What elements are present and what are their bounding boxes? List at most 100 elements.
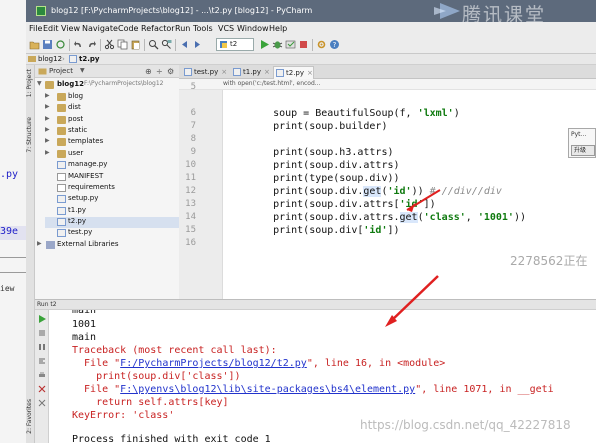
close-icon[interactable] [38, 399, 46, 407]
menu-window[interactable]: Window [237, 24, 269, 33]
tab-label: t2.py [286, 69, 305, 77]
tree-root[interactable]: ▼ blog12 F:\PycharmProjects\blog12 [37, 80, 179, 91]
run-panel-title[interactable]: Run t2 [37, 301, 57, 308]
tab-t2-py[interactable]: t2.py × [273, 66, 314, 79]
back-icon[interactable] [179, 39, 190, 50]
tree-file-label: test.py [68, 228, 93, 236]
tree-file[interactable]: manage.py [45, 160, 179, 171]
tree-folder[interactable]: ▶ post [45, 115, 179, 126]
chevron-right-icon[interactable]: ▶ [37, 240, 42, 247]
traceback-link[interactable]: F:/PycharmProjects/blog12/t2.py [120, 358, 307, 369]
chevron-right-icon[interactable]: ▶ [45, 92, 50, 99]
folder-icon [57, 116, 66, 124]
menu-edit[interactable]: Edit [43, 24, 59, 33]
chevron-right-icon[interactable]: ▶ [45, 126, 50, 133]
menu-refactor[interactable]: Refactor [141, 24, 175, 33]
chevron-right-icon[interactable]: ▶ [45, 137, 50, 144]
debug-icon[interactable] [272, 39, 283, 50]
forward-icon[interactable] [192, 39, 203, 50]
pause-icon[interactable] [38, 343, 46, 351]
folder-icon [28, 56, 36, 62]
tree-file[interactable]: MANIFEST [45, 172, 179, 183]
tree-file[interactable]: test.py [45, 228, 179, 239]
tab-favorites[interactable]: 2: Favorites [26, 399, 35, 434]
tab-test-py[interactable]: test.py × [182, 66, 227, 79]
tree-folder[interactable]: ▶ templates [45, 137, 179, 148]
menu-tools[interactable]: Tools [193, 24, 213, 33]
background-divider [0, 257, 26, 258]
run-icon[interactable] [259, 39, 270, 50]
code-line-14: print(soup.div.attrs.get('class', '1001'… [249, 212, 526, 223]
line-number: 13 [185, 199, 196, 209]
tree-file-selected[interactable]: t2.py [45, 217, 179, 228]
folder-icon [45, 81, 54, 89]
tree-folder[interactable]: ▶ blog [45, 92, 179, 103]
collapse-icon[interactable]: ÷ [156, 67, 163, 76]
chevron-down-icon[interactable]: ▼ [37, 80, 42, 87]
help-icon[interactable]: ? [329, 39, 340, 50]
line-number: 12 [185, 186, 196, 196]
coverage-icon[interactable] [285, 39, 296, 50]
tree-folder[interactable]: ▶ user [45, 149, 179, 160]
breadcrumb-project[interactable]: blog12 [38, 55, 62, 63]
sync-panel-icon[interactable]: ⊕ [145, 67, 152, 76]
menu-bar: File Edit View Navigate Code Refactor Ru… [26, 22, 596, 36]
tree-root-name: blog12 [57, 80, 84, 88]
tree-file[interactable]: requirements [45, 183, 179, 194]
clear-icon[interactable] [38, 385, 46, 393]
stop-icon[interactable] [38, 329, 46, 337]
chevron-right-icon[interactable]: ▶ [45, 115, 50, 122]
tab-structure[interactable]: 7: Structure [26, 117, 35, 153]
print-icon[interactable] [38, 371, 46, 379]
chevron-right-icon[interactable]: ▶ [45, 103, 50, 110]
stop-icon[interactable] [298, 39, 309, 50]
close-icon[interactable]: × [307, 69, 313, 77]
close-icon[interactable]: × [264, 68, 270, 76]
tree-root-path: F:\PycharmProjects\blog12 [84, 80, 164, 87]
open-folder-icon[interactable] [29, 39, 40, 50]
toolbar-separator [69, 39, 70, 51]
sync-icon[interactable] [55, 39, 66, 50]
menu-help[interactable]: Help [269, 24, 287, 33]
tree-file[interactable]: t1.py [45, 206, 179, 217]
menu-vcs[interactable]: VCS [218, 24, 234, 33]
copy-icon[interactable] [117, 39, 128, 50]
menu-navigate[interactable]: Navigate [82, 24, 118, 33]
menu-run[interactable]: Run [175, 24, 190, 33]
upgrade-button[interactable]: 升级 [571, 145, 595, 156]
tree-folder[interactable]: ▶ static [45, 126, 179, 137]
traceback-link[interactable]: F:\pyenvs\blog12\lib\site-packages\bs4\e… [120, 384, 415, 395]
tree-external-libraries[interactable]: ▶ External Libraries [37, 240, 179, 251]
tab-project[interactable]: 1: Project [26, 69, 35, 97]
tree-file[interactable]: setup.py [45, 194, 179, 205]
replace-icon[interactable] [161, 39, 172, 50]
menu-code[interactable]: Code [118, 24, 138, 33]
pycharm-icon [36, 6, 46, 16]
undo-icon[interactable] [73, 39, 84, 50]
menu-file[interactable]: File [29, 24, 42, 33]
paste-icon[interactable] [130, 39, 141, 50]
breadcrumb-file[interactable]: t2.py [79, 55, 99, 63]
settings-icon[interactable] [316, 39, 327, 50]
tab-label: t1.py [243, 68, 262, 76]
tab-t1-py[interactable]: t1.py × [231, 66, 270, 79]
cut-icon[interactable] [104, 39, 115, 50]
run-panel-header: Run t2 [35, 299, 596, 310]
close-icon[interactable]: × [221, 68, 227, 76]
redo-icon[interactable] [86, 39, 97, 50]
find-icon[interactable] [148, 39, 159, 50]
line-number: 14 [185, 212, 196, 222]
tree-folder[interactable]: ▶ dist [45, 103, 179, 114]
chevron-down-icon[interactable]: ▼ [80, 67, 85, 74]
chevron-right-icon[interactable]: ▶ [45, 149, 50, 156]
gear-icon[interactable]: ⚙ [167, 67, 174, 76]
code-line-6: soup = BeautifulSoup(f, 'lxml') [249, 108, 460, 119]
editor-breadcrumb-text[interactable]: with open('c:/test.html', encod... [223, 80, 321, 87]
menu-view[interactable]: View [61, 24, 80, 33]
tree-folder-label: post [68, 115, 84, 123]
soft-wrap-icon[interactable] [38, 357, 46, 365]
save-icon[interactable] [42, 39, 53, 50]
rerun-icon[interactable] [38, 315, 46, 323]
python-file-icon [57, 195, 66, 203]
project-panel-title[interactable]: Project [49, 67, 73, 75]
